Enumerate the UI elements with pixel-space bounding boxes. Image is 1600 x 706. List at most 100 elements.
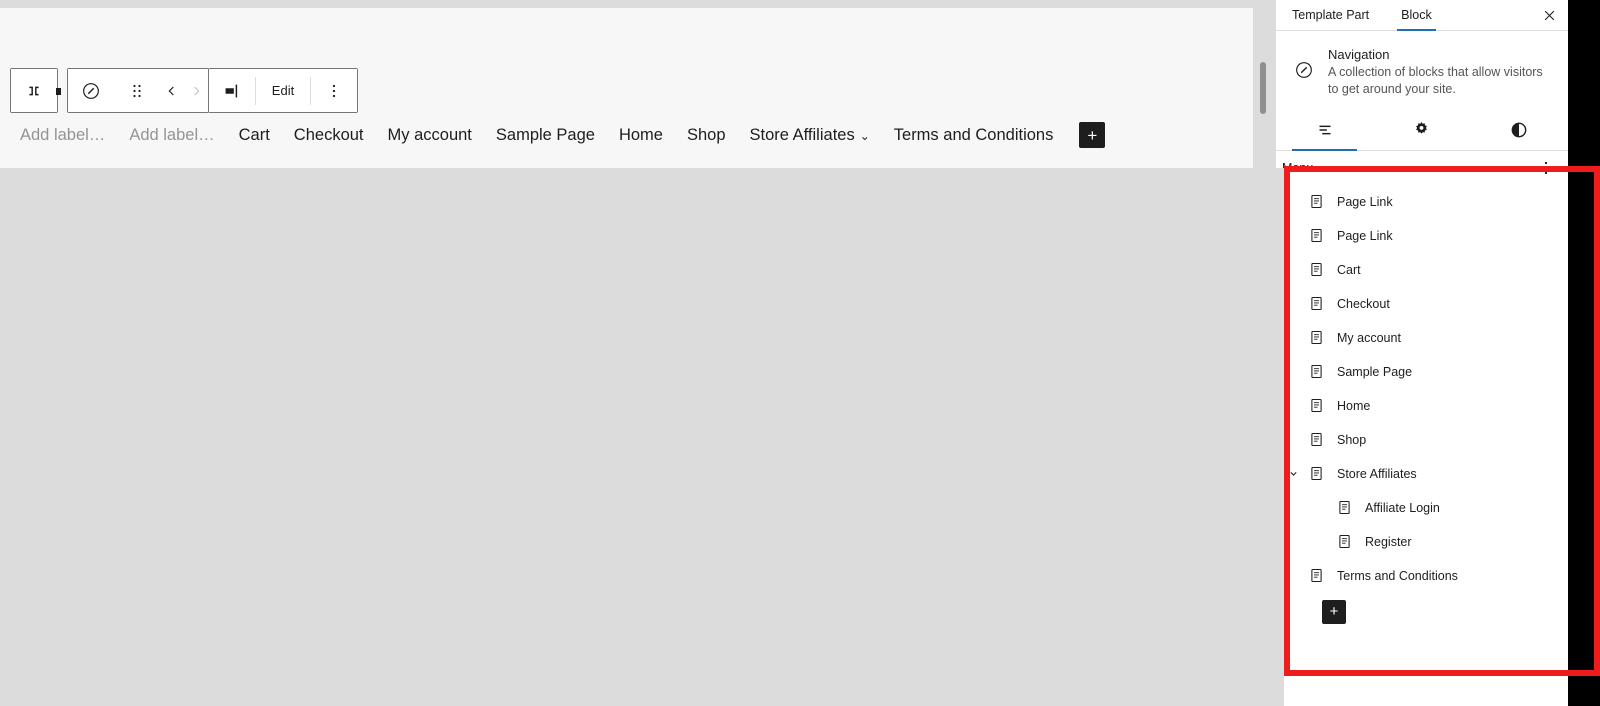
editor-canvas-area: Edit Add label… Add label… Cart Checkout My …	[0, 0, 1276, 706]
sidebar-icon-tab-bar	[1276, 110, 1568, 151]
styles-contrast-icon	[1509, 120, 1529, 140]
page-icon	[1304, 394, 1328, 418]
nav-preview-item-label: My account	[387, 125, 472, 144]
list-view-row-label: Sample Page	[1337, 364, 1413, 379]
toolbar-group-block	[67, 68, 209, 113]
block-description: A collection of blocks that allow visito…	[1328, 65, 1543, 96]
nav-preview-item-label: Sample Page	[495, 125, 595, 144]
list-view-row[interactable]: Shop	[1276, 423, 1568, 457]
close-sidebar-button[interactable]	[1530, 0, 1568, 30]
list-view-row[interactable]: Affiliate Login	[1276, 491, 1568, 525]
nav-preview-item[interactable]: Store Affiliates ⌄	[738, 126, 882, 145]
chevron-down-icon: ⌄	[859, 128, 870, 143]
nav-preview-item[interactable]: Add label…	[117, 126, 226, 145]
nav-preview-item[interactable]: Sample Page	[484, 126, 607, 145]
list-view-options-button[interactable]	[1534, 156, 1558, 180]
drag-handle-icon	[128, 82, 146, 100]
screen-root: Edit Add label… Add label… Cart Checkout My …	[0, 0, 1600, 706]
canvas-scrollbar[interactable]	[1256, 0, 1270, 706]
list-view-row[interactable]: Store Affiliates	[1276, 457, 1568, 491]
justify-items-button[interactable]	[11, 69, 57, 112]
nav-preview-item[interactable]: Shop	[675, 126, 738, 145]
sidebar-tab-bar: Template Part Block	[1276, 0, 1568, 31]
nav-preview-item-label: Checkout	[293, 125, 364, 144]
list-view-row-label: Terms and Conditions	[1337, 568, 1458, 583]
select-block-button[interactable]	[209, 69, 255, 112]
move-left-button[interactable]	[160, 69, 184, 112]
list-view-row[interactable]: Home	[1276, 389, 1568, 423]
nav-preview-item-label: Add label…	[20, 125, 106, 144]
nav-preview-item[interactable]: Cart	[227, 126, 282, 145]
list-view-row[interactable]: Register	[1276, 525, 1568, 559]
page-icon	[1304, 326, 1328, 350]
list-view-row[interactable]: My account	[1276, 321, 1568, 355]
canvas-scrollbar-thumb[interactable]	[1260, 62, 1266, 114]
block-type-button[interactable]	[68, 69, 114, 112]
page-icon	[1304, 462, 1328, 486]
block-toolbar: Edit	[10, 68, 358, 113]
page-icon	[1304, 564, 1328, 588]
close-icon	[1542, 8, 1557, 23]
tab-block[interactable]: Block	[1385, 0, 1448, 31]
list-view-row[interactable]: Terms and Conditions	[1276, 559, 1568, 593]
nav-preview-item[interactable]: Terms and Conditions	[882, 126, 1066, 145]
list-view-row[interactable]: Page Link	[1276, 185, 1568, 219]
page-icon	[1304, 360, 1328, 384]
tab-styles[interactable]	[1471, 110, 1568, 150]
list-view-header: Menu	[1276, 151, 1568, 185]
block-options-button[interactable]	[311, 69, 357, 112]
page-icon	[1304, 190, 1328, 214]
list-view-row-label: Register	[1365, 534, 1412, 549]
tab-template-part[interactable]: Template Part	[1276, 0, 1385, 30]
nav-preview-item[interactable]: Home	[607, 126, 675, 145]
page-icon	[1304, 224, 1328, 248]
drag-handle-button[interactable]	[114, 69, 160, 112]
page-icon	[1304, 428, 1328, 452]
chevron-right-icon	[188, 83, 204, 99]
screen-right-black-strip	[1568, 0, 1600, 706]
justify-items-icon	[23, 80, 45, 102]
nav-preview-item[interactable]: Add label…	[8, 126, 117, 145]
tab-settings[interactable]	[1373, 110, 1470, 150]
tab-list-view[interactable]	[1276, 110, 1373, 151]
more-vertical-icon	[325, 82, 343, 100]
select-block-icon	[221, 80, 243, 102]
navigation-preview: Add label… Add label… Cart Checkout My accou…	[8, 122, 1106, 148]
list-view-row[interactable]: Sample Page	[1276, 355, 1568, 389]
nav-preview-item[interactable]: My account	[376, 126, 484, 145]
nav-add-block-button[interactable]: +	[1079, 122, 1106, 148]
add-block-button[interactable]: +	[1322, 599, 1346, 624]
list-view-row[interactable]: Checkout	[1276, 287, 1568, 321]
edit-button[interactable]: Edit	[256, 69, 310, 112]
nav-preview-item-label: Shop	[686, 125, 726, 144]
list-view-header-label: Menu	[1282, 160, 1314, 175]
page-icon	[1332, 530, 1356, 554]
list-view-row-label: Page Link	[1337, 228, 1393, 243]
page-icon	[1304, 258, 1328, 282]
chevron-left-icon	[164, 83, 180, 99]
nav-preview-item[interactable]: Checkout	[282, 126, 376, 145]
list-view-row-label: Shop	[1337, 432, 1367, 447]
block-caret-marker	[56, 88, 61, 95]
list-view-row-label: Home	[1337, 398, 1371, 413]
toolbar-group-align	[10, 68, 58, 113]
chevron-down-icon[interactable]	[1282, 467, 1304, 480]
nav-preview-item-label: Cart	[238, 125, 270, 144]
toolbar-group-edit: Edit	[208, 68, 358, 113]
list-view-row-label: Cart	[1337, 262, 1361, 277]
block-title: Navigation	[1328, 47, 1390, 62]
move-right-button[interactable]	[184, 69, 208, 112]
nav-preview-item-label: Terms and Conditions	[893, 125, 1054, 144]
list-view-row-label: Page Link	[1337, 194, 1393, 209]
navigation-compass-icon	[1292, 58, 1316, 82]
block-info-card: Navigation A collection of blocks that a…	[1276, 31, 1568, 110]
nav-preview-item-label: Home	[618, 125, 663, 144]
nav-preview-item-label: Store Affiliates	[749, 125, 855, 144]
sidebar-bottom-filler	[1276, 676, 1568, 706]
list-view-row-label: My account	[1337, 330, 1401, 345]
list-view-row-label: Store Affiliates	[1337, 466, 1417, 481]
editor-sidebar: Template Part Block Navigation A collect…	[1276, 0, 1568, 706]
list-view-row[interactable]: Page Link	[1276, 219, 1568, 253]
list-view-row[interactable]: Cart	[1276, 253, 1568, 287]
page-icon	[1332, 496, 1356, 520]
